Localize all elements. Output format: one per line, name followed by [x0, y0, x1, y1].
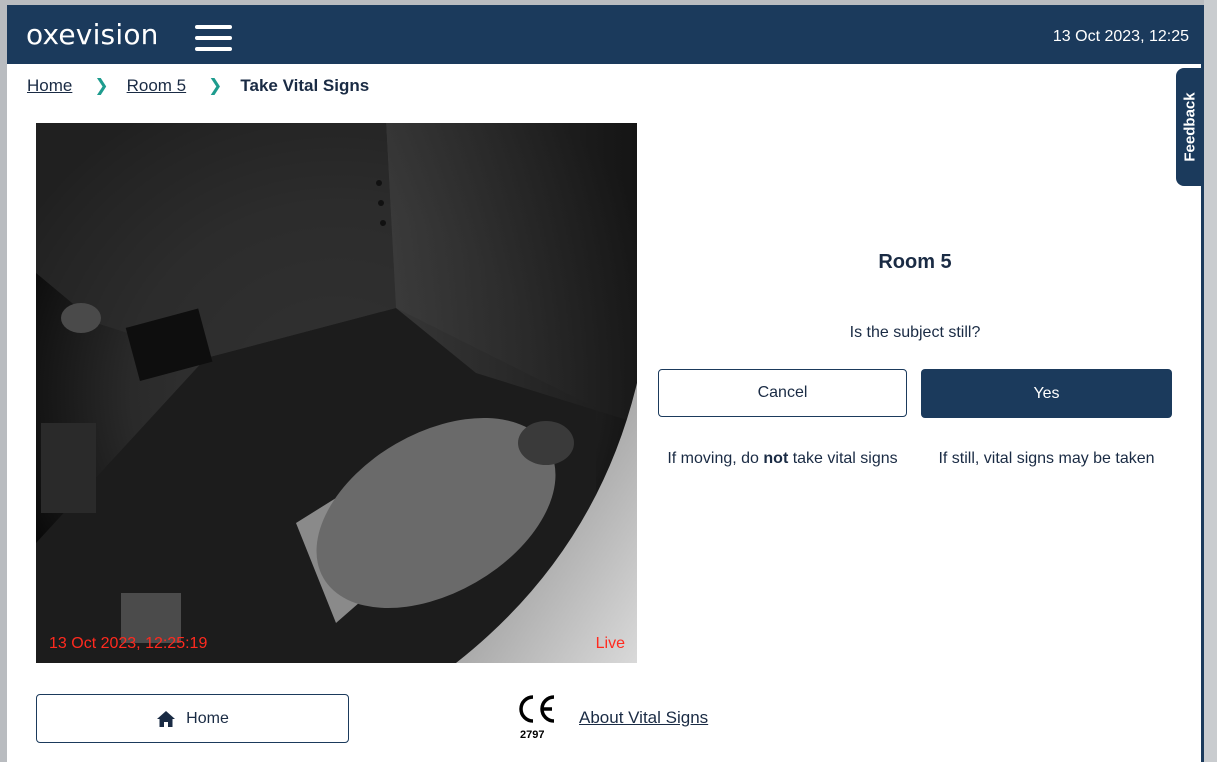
camera-timestamp: 13 Oct 2023, 12:25:19: [49, 635, 208, 652]
top-bar: oxevision 13 Oct 2023, 12:25: [7, 5, 1204, 64]
feedback-tab[interactable]: Feedback: [1176, 68, 1204, 186]
cancel-button[interactable]: Cancel: [658, 369, 907, 417]
about-vital-signs-link[interactable]: About Vital Signs: [579, 708, 708, 728]
camera-live-indicator: Live: [595, 635, 625, 652]
breadcrumb: Home ❯ Room 5 ❯ Take Vital Signs: [27, 76, 369, 96]
chevron-right-icon: ❯: [94, 76, 109, 95]
camera-feed-image: [36, 123, 637, 663]
window-frame-right: [1204, 0, 1217, 762]
feedback-tab-label: Feedback: [1181, 92, 1199, 162]
breadcrumb-room-link[interactable]: Room 5: [127, 76, 187, 96]
ce-number: 2797: [520, 729, 545, 741]
home-button-label: Home: [186, 709, 229, 727]
home-button[interactable]: Home: [36, 694, 349, 743]
breadcrumb-current-page: Take Vital Signs: [240, 76, 370, 95]
hamburger-menu-icon[interactable]: [195, 25, 232, 51]
app-logo: oxevision: [26, 18, 159, 51]
yes-button[interactable]: Yes: [921, 369, 1172, 418]
chevron-right-icon: ❯: [208, 76, 223, 95]
home-icon: [157, 710, 176, 727]
room-title: Room 5: [878, 251, 952, 273]
stillness-question: Is the subject still?: [849, 324, 981, 341]
header-datetime: 13 Oct 2023, 12:25: [1052, 28, 1189, 45]
breadcrumb-home-link[interactable]: Home: [27, 76, 72, 96]
ce-mark-icon: [519, 695, 555, 723]
camera-feed: 13 Oct 2023, 12:25:19 Live: [36, 123, 637, 663]
ce-mark: 2797: [512, 691, 558, 747]
window-frame-left: [0, 0, 7, 762]
moving-hint: If moving, do not take vital signs: [667, 450, 898, 467]
still-hint: If still, vital signs may be taken: [938, 450, 1155, 467]
